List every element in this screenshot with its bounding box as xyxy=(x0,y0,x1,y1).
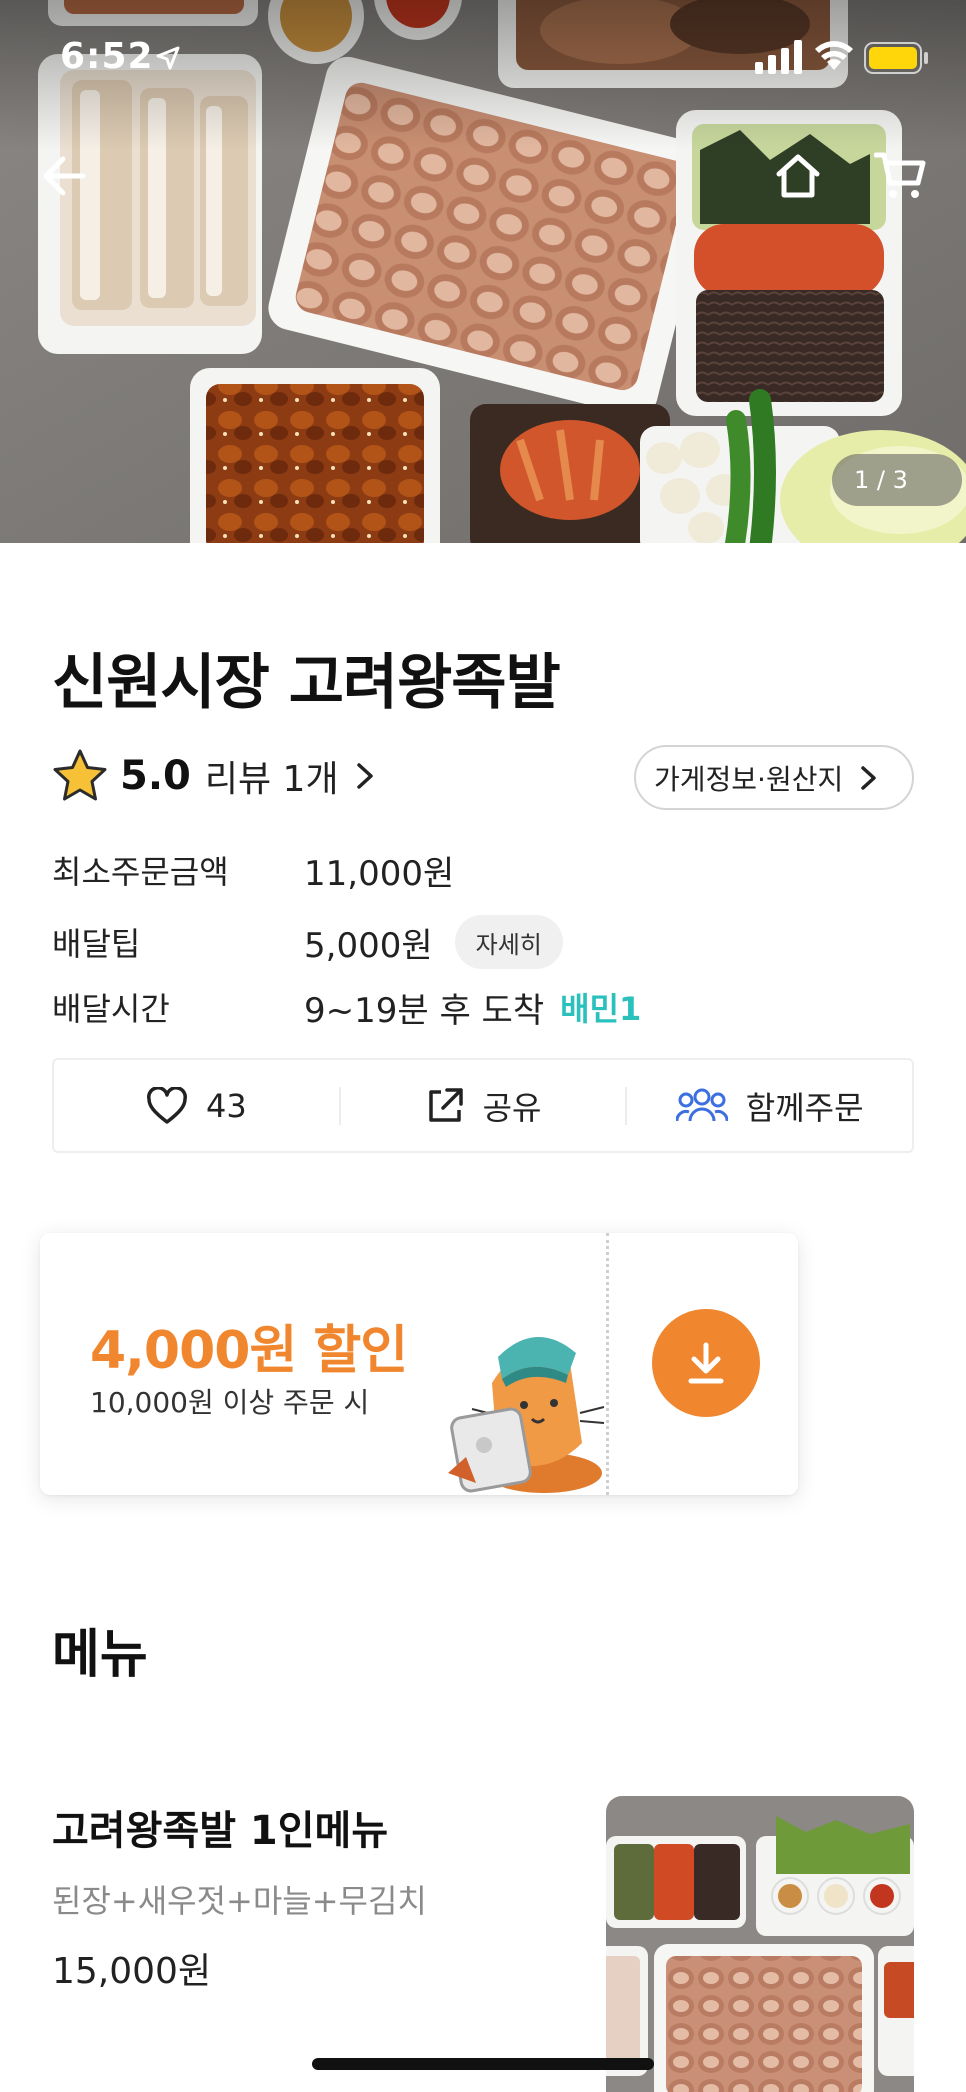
chevron-right-icon xyxy=(861,765,876,790)
home-button[interactable] xyxy=(766,144,830,208)
battery-icon xyxy=(864,42,928,74)
rating-review-link[interactable]: 5.0 리뷰 1개 xyxy=(52,746,377,806)
menu-item-name: 고려왕족발 1인메뉴 xyxy=(52,1808,389,1854)
coupon-perforation xyxy=(606,1233,609,1495)
download-icon xyxy=(688,1342,724,1384)
store-info-origin-label: 가게정보·원산지 xyxy=(654,762,844,796)
cellular-signal-icon xyxy=(755,40,802,74)
like-count: 43 xyxy=(205,1086,247,1125)
delivery-time-row: 배달시간 9~19분 후 도착 배민1 xyxy=(52,982,641,1032)
menu-item[interactable]: 고려왕족발 1인메뉴 된장+새우젓+마늘+무김치 15,000원 xyxy=(0,1780,966,2092)
home-icon xyxy=(776,154,820,198)
back-arrow-icon xyxy=(43,156,86,196)
baemin1-logo-text: 배민1 xyxy=(560,990,642,1028)
store-info-origin-button[interactable]: 가게정보·원산지 xyxy=(634,745,914,810)
delivery-time-value: 9~19분 후 도착 xyxy=(304,990,545,1031)
like-button[interactable]: 43 xyxy=(54,1060,339,1151)
cart-icon xyxy=(874,152,926,198)
cart-button[interactable] xyxy=(868,144,932,208)
baemin1-logo: 배민1 xyxy=(560,984,641,1030)
delivery-tip-row: 배달팁 5,000원 자세히 xyxy=(52,914,563,970)
coupon-condition: 10,000원 이상 주문 시 xyxy=(90,1386,370,1419)
store-name: 신원시장 고려왕족발 xyxy=(52,648,561,718)
delivery-time-label: 배달시간 xyxy=(52,990,170,1028)
menu-item-photo xyxy=(606,1796,914,2092)
menu-section-heading: 메뉴 xyxy=(52,1625,148,1685)
coupon-download-button[interactable] xyxy=(652,1309,760,1417)
delivery-tip-value: 5,000원 xyxy=(304,925,433,966)
rating-score: 5.0 xyxy=(120,753,191,799)
share-label: 공유 xyxy=(482,1088,542,1127)
location-arrow-icon xyxy=(156,46,180,70)
review-count: 리뷰 1개 xyxy=(204,759,339,800)
discount-coupon[interactable]: 4,000원 할인 10,000원 이상 주문 시 xyxy=(40,1233,798,1495)
status-time: 6:52 xyxy=(60,36,154,77)
home-indicator[interactable] xyxy=(312,2058,654,2070)
back-button[interactable] xyxy=(32,144,96,208)
group-order-label: 함께주문 xyxy=(745,1088,864,1127)
store-actions-bar: 43 공유 함께주문 xyxy=(52,1058,914,1153)
delivery-tip-label: 배달팁 xyxy=(52,925,141,963)
coupon-title: 4,000원 할인 xyxy=(90,1321,408,1381)
status-bar: 6:52 xyxy=(0,0,966,118)
hero-photo-carousel[interactable]: 6:52 1 / 3 xyxy=(0,0,966,543)
wifi-icon xyxy=(815,41,853,70)
menu-item-price: 15,000원 xyxy=(52,1951,212,1992)
heart-icon xyxy=(147,1086,187,1124)
delivery-tip-detail-button[interactable]: 자세히 xyxy=(454,915,563,969)
min-order-row: 최소주문금액 11,000원 xyxy=(52,845,454,895)
min-order-value: 11,000원 xyxy=(304,853,455,894)
group-order-button[interactable]: 함께주문 xyxy=(627,1060,912,1151)
mascot-cat-icon xyxy=(448,1336,605,1493)
min-order-label: 최소주문금액 xyxy=(52,853,229,891)
photo-counter: 1 / 3 xyxy=(832,454,962,506)
share-icon xyxy=(428,1087,463,1122)
group-people-icon xyxy=(675,1088,728,1121)
share-button[interactable]: 공유 xyxy=(341,1060,626,1151)
star-icon xyxy=(53,749,107,801)
menu-item-description: 된장+새우젓+마늘+무김치 xyxy=(52,1882,427,1920)
chevron-right-icon xyxy=(356,763,373,789)
